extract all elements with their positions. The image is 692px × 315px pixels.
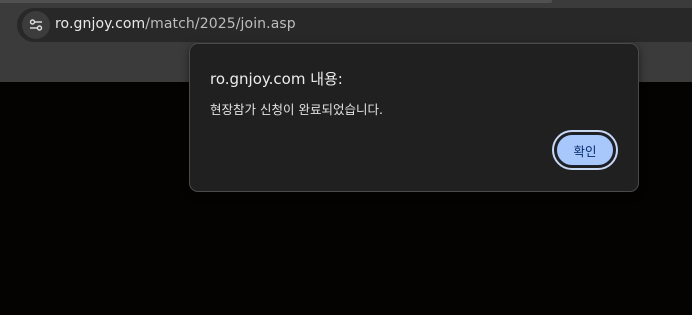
ok-button[interactable]: 확인 (556, 134, 614, 166)
address-bar[interactable]: ro.gnjoy.com/match/2025/join.asp (17, 8, 692, 42)
url-path: /match/2025/join.asp (145, 16, 296, 32)
tune-icon (29, 19, 43, 31)
alert-dialog: ro.gnjoy.com 내용: 현장참가 신청이 완료되었습니다. 확인 (189, 43, 639, 192)
site-info-button[interactable] (22, 11, 50, 39)
url-text[interactable]: ro.gnjoy.com/match/2025/join.asp (55, 16, 296, 32)
ok-button-focus-ring: 확인 (552, 130, 618, 170)
dialog-title: ro.gnjoy.com 내용: (210, 70, 343, 88)
dialog-message: 현장참가 신청이 완료되었습니다. (210, 102, 383, 117)
url-host: ro.gnjoy.com (55, 16, 146, 32)
tab-strip-edge (0, 0, 552, 3)
